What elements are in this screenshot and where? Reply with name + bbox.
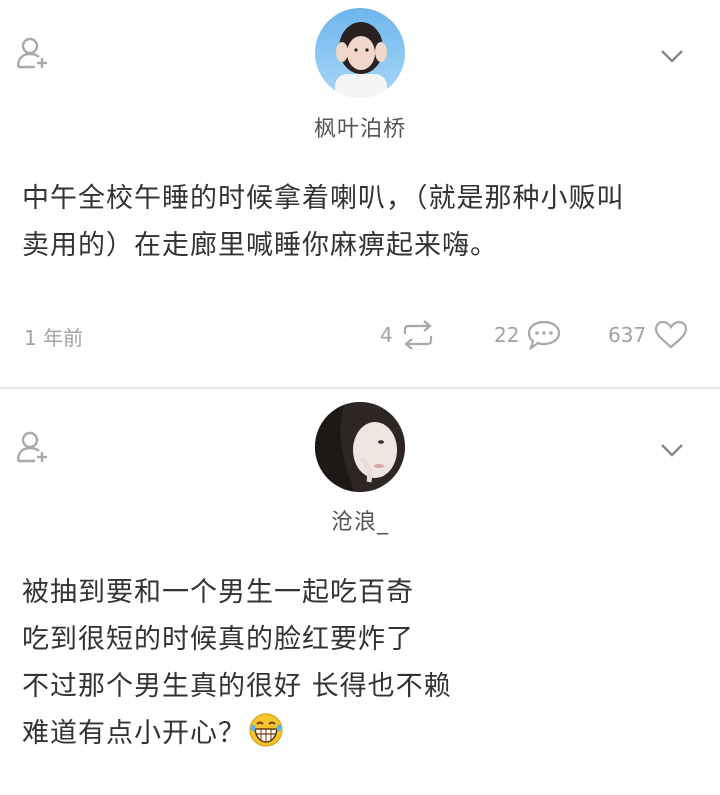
avatar[interactable] bbox=[315, 402, 405, 492]
content-line: 不过那个男生真的很好 长得也不赖 bbox=[22, 671, 452, 702]
chevron-down-icon[interactable] bbox=[658, 440, 686, 460]
add-user-icon[interactable] bbox=[16, 430, 50, 464]
content-line: 难道有点小开心？ bbox=[22, 718, 246, 749]
post-content: 被抽到要和一个男生一起吃百奇 吃到很短的时候真的脸红要炸了 不过那个男生真的很好… bbox=[22, 569, 702, 757]
content-line-with-emoji: 难道有点小开心？ bbox=[22, 710, 702, 757]
laughing-emoji-icon bbox=[248, 712, 284, 748]
post-footer: 1 年前 4 22 637 bbox=[0, 318, 720, 352]
content-line: 卖用的）在走廊里喊睡你麻痹起来嗨。 bbox=[22, 230, 498, 261]
repost-icon bbox=[401, 320, 435, 350]
content-line: 中午全校午睡的时候拿着喇叭，（就是那种小贩叫 bbox=[22, 183, 625, 214]
post-card: 枫叶泊桥 中午全校午睡的时候拿着喇叭，（就是那种小贩叫 卖用的）在走廊里喊睡你麻… bbox=[0, 0, 720, 388]
repost-count: 4 bbox=[380, 323, 393, 347]
post-card: 沧浪_ 被抽到要和一个男生一起吃百奇 吃到很短的时候真的脸红要炸了 不过那个男生… bbox=[0, 390, 720, 795]
comment-button[interactable]: 22 bbox=[494, 318, 561, 352]
comment-icon bbox=[527, 320, 561, 350]
heart-icon bbox=[654, 320, 688, 350]
post-content: 中午全校午睡的时候拿着喇叭，（就是那种小贩叫 卖用的）在走廊里喊睡你麻痹起来嗨。 bbox=[22, 175, 702, 269]
avatar[interactable] bbox=[315, 8, 405, 98]
divider bbox=[0, 387, 720, 389]
chevron-down-icon[interactable] bbox=[658, 46, 686, 66]
content-line: 吃到很短的时候真的脸红要炸了 bbox=[22, 624, 414, 655]
like-count: 637 bbox=[608, 323, 647, 347]
post-time: 1 年前 bbox=[24, 326, 84, 350]
username[interactable]: 枫叶泊桥 bbox=[0, 111, 720, 143]
repost-button[interactable]: 4 bbox=[380, 318, 435, 352]
like-button[interactable]: 637 bbox=[608, 318, 688, 352]
comment-count: 22 bbox=[494, 323, 520, 347]
username[interactable]: 沧浪_ bbox=[0, 504, 720, 536]
content-line: 被抽到要和一个男生一起吃百奇 bbox=[22, 577, 414, 608]
add-user-icon[interactable] bbox=[16, 36, 50, 70]
